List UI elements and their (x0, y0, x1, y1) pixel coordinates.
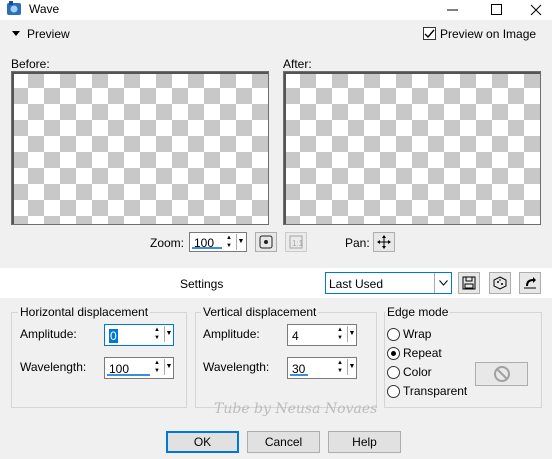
horizontal-amplitude-label: Amplitude: (20, 327, 77, 341)
after-label: After: (283, 57, 312, 71)
vertical-wavelength-label: Wavelength: (203, 360, 270, 374)
vertical-wavelength-slider-bar (290, 374, 308, 376)
ok-button[interactable]: OK (166, 431, 239, 453)
edge-mode-transparent-label[interactable]: Transparent (403, 384, 467, 398)
before-preview[interactable] (11, 71, 269, 225)
vertical-wavelength-spinner[interactable]: ▲ ▼ (335, 359, 345, 375)
chevron-down-icon (438, 280, 448, 286)
preview-on-image-label: Preview on Image (440, 27, 537, 41)
horizontal-amplitude-spinner[interactable]: ▲ ▼ (152, 326, 162, 342)
horizontal-amplitude-input[interactable]: 0 ▲ ▼ ▼ (104, 324, 174, 346)
zoom-to-fit-button[interactable] (255, 232, 277, 252)
pan-button[interactable] (373, 232, 395, 252)
edge-mode-repeat-label[interactable]: Repeat (403, 346, 442, 360)
collapse-caret-icon[interactable] (12, 31, 20, 36)
zoom-dropdown-arrow-icon[interactable]: ▼ (236, 234, 245, 250)
horizontal-amplitude-dropdown-icon[interactable]: ▼ (164, 326, 173, 342)
settings-label: Settings (180, 277, 224, 291)
after-preview[interactable] (283, 71, 541, 225)
save-preset-button[interactable] (458, 272, 480, 294)
dice-icon (493, 276, 507, 290)
vertical-displacement-title: Vertical displacement (201, 305, 319, 319)
app-icon (7, 1, 21, 15)
title-bar (0, 0, 552, 20)
vertical-amplitude-label: Amplitude: (203, 327, 260, 341)
save-icon (462, 276, 476, 290)
cancel-button[interactable]: Cancel (247, 431, 320, 453)
svg-text:1:1: 1:1 (292, 239, 303, 248)
horizontal-wavelength-spinner[interactable]: ▲ ▼ (152, 359, 162, 375)
help-button[interactable]: Help (328, 431, 401, 453)
zoom-input[interactable]: 100 ▲ ▼ ▼ (189, 232, 247, 252)
checkmark-icon (424, 29, 435, 39)
horizontal-amplitude-value: 0 (109, 329, 118, 343)
watermark-text: Tube by Neusa Novaes (214, 401, 378, 417)
horizontal-wavelength-input[interactable]: 100 ▲ ▼ ▼ (104, 357, 174, 379)
actual-size-button[interactable]: 1:1 (285, 232, 307, 252)
horizontal-displacement-title: Horizontal displacement (18, 305, 151, 319)
minimize-icon (447, 9, 458, 11)
pan-label: Pan: (345, 236, 370, 250)
edge-mode-title: Edge mode (385, 305, 451, 319)
close-icon (530, 4, 542, 16)
edge-mode-wrap-radio[interactable] (387, 328, 400, 341)
zoom-slider-bar (192, 247, 222, 249)
preset-dropdown-arrow[interactable] (434, 273, 451, 293)
no-color-icon (493, 366, 510, 382)
vertical-amplitude-input[interactable]: 4 ▲ ▼ ▼ (287, 324, 357, 346)
vertical-amplitude-spinner[interactable]: ▲ ▼ (335, 326, 345, 342)
edge-color-swatch[interactable] (475, 362, 528, 386)
vertical-amplitude-dropdown-icon[interactable]: ▼ (347, 326, 356, 342)
edge-mode-wrap-label[interactable]: Wrap (403, 327, 431, 341)
vertical-amplitude-value: 4 (292, 329, 299, 343)
horizontal-wavelength-slider-bar (107, 374, 150, 376)
pan-move-icon (377, 235, 391, 249)
horizontal-wavelength-label: Wavelength: (20, 360, 87, 374)
preview-on-image-checkbox[interactable] (423, 27, 436, 40)
edge-mode-color-label[interactable]: Color (403, 365, 432, 379)
preview-toggle[interactable]: Preview (27, 27, 70, 41)
window-title: Wave (29, 2, 60, 16)
randomize-button[interactable] (489, 272, 511, 294)
maximize-icon (491, 4, 502, 15)
maximize-button[interactable] (482, 0, 512, 20)
zoom-spinner[interactable]: ▲ ▼ (224, 234, 234, 250)
reset-button[interactable] (519, 272, 541, 294)
preset-value: Last Used (329, 277, 384, 291)
preset-dropdown[interactable]: Last Used (325, 272, 452, 294)
minimize-button[interactable] (438, 0, 468, 20)
zoom-label: Zoom: (150, 236, 185, 250)
reset-icon (524, 277, 536, 289)
edge-mode-repeat-radio[interactable] (387, 347, 400, 360)
horizontal-wavelength-dropdown-icon[interactable]: ▼ (164, 359, 173, 375)
vertical-wavelength-dropdown-icon[interactable]: ▼ (347, 359, 356, 375)
before-label: Before: (11, 57, 50, 71)
actual-size-icon: 1:1 (289, 235, 303, 249)
edge-mode-transparent-radio[interactable] (387, 385, 400, 398)
close-button[interactable] (521, 0, 551, 20)
zoom-fit-icon (259, 235, 273, 249)
edge-mode-color-radio[interactable] (387, 366, 400, 379)
vertical-wavelength-input[interactable]: 30 ▲ ▼ ▼ (287, 357, 357, 379)
